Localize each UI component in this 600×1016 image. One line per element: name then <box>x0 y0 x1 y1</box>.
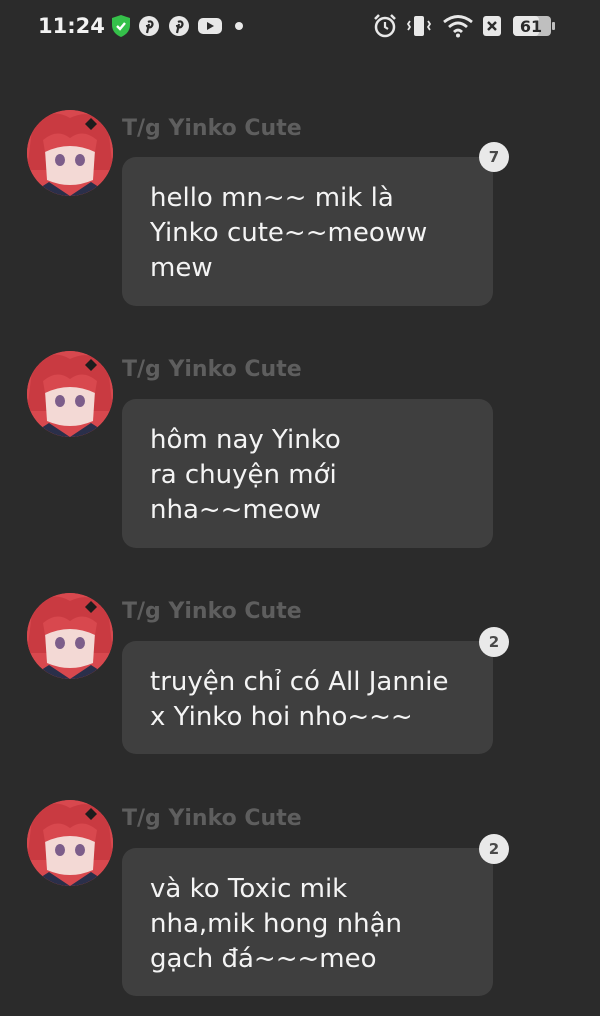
status-bar: 11:24 61 <box>0 0 600 54</box>
message-text-line: hello mn~~ mik là <box>150 183 394 213</box>
message-text-line: gạch đá~~~meo <box>150 944 377 974</box>
status-time: 11:24 <box>38 14 105 38</box>
pinterest-icon <box>168 14 190 38</box>
message-bubble: truyện chỉ có All Jannie x Yinko hoi nho… <box>122 641 493 754</box>
author-name: T/g Yinko Cute <box>122 806 302 831</box>
comment-count-badge[interactable]: 7 <box>479 142 509 172</box>
message-bubble: hello mn~~ mik là Yinko cute~~meoww mew <box>122 157 493 306</box>
battery-level: 61 <box>519 16 543 36</box>
author-name: T/g Yinko Cute <box>122 116 302 141</box>
avatar[interactable] <box>27 110 113 196</box>
comment-count-badge[interactable]: 2 <box>479 627 509 657</box>
wifi-icon <box>442 14 474 38</box>
dot-icon <box>234 14 244 38</box>
message-text-line: nha~~meow <box>150 495 321 525</box>
alarm-icon <box>372 14 398 38</box>
message-text-line: và ko Toxic mik <box>150 874 348 904</box>
no-sim-icon <box>482 14 502 38</box>
message-text-line: mew <box>150 253 213 283</box>
message-bubble: hôm nay Yinko ra chuyện mới nha~~meow <box>122 399 493 548</box>
avatar[interactable] <box>27 351 113 437</box>
message-text-line: nha,mik hong nhận <box>150 909 403 939</box>
message-text-line: Yinko cute~~meoww <box>150 218 428 248</box>
battery-icon: 61 <box>512 14 556 38</box>
message-text-line: x Yinko hoi nho~~~ <box>150 702 413 732</box>
vibrate-icon <box>406 14 432 38</box>
message-bubble: và ko Toxic mik nha,mik hong nhận gạch đ… <box>122 848 493 996</box>
author-name: T/g Yinko Cute <box>122 599 302 624</box>
author-name: T/g Yinko Cute <box>122 357 302 382</box>
comment-count-badge[interactable]: 2 <box>479 834 509 864</box>
youtube-icon <box>197 14 223 38</box>
shield-icon <box>110 14 132 38</box>
message-text-line: hôm nay Yinko <box>150 425 341 455</box>
avatar[interactable] <box>27 800 113 886</box>
message-text-line: truyện chỉ có All Jannie <box>150 667 449 697</box>
pinterest-icon <box>138 14 160 38</box>
message-text-line: ra chuyện mới <box>150 460 337 490</box>
avatar[interactable] <box>27 593 113 679</box>
